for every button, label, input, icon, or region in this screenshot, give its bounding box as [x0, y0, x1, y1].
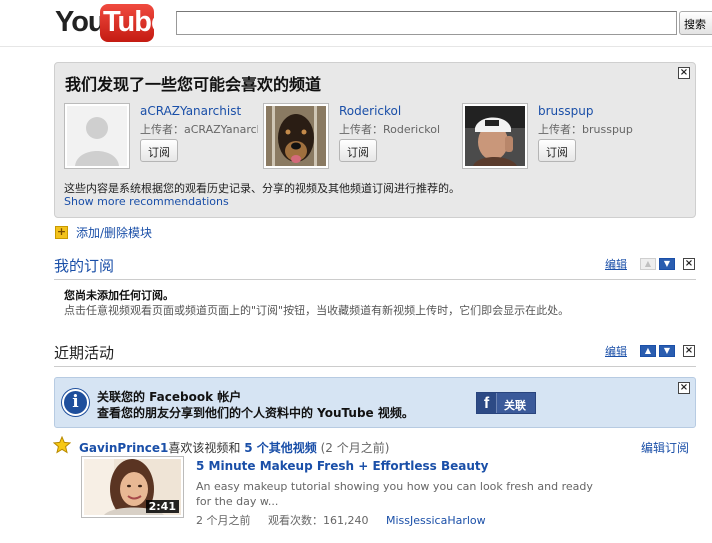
facebook-connect-label: 关联	[504, 399, 526, 412]
channel-uploader: 上传者：brusspup	[538, 123, 633, 136]
channel-uploader: 上传者：aCRAZYanarchist	[140, 123, 258, 136]
activity-user-link[interactable]: GavinPrince1	[79, 441, 168, 455]
edit-subscription-link[interactable]: 编辑订阅	[641, 439, 689, 456]
logo-tube-badge: Tube	[100, 4, 167, 42]
activity-time: (2 个月之前)	[320, 441, 390, 455]
video-description: An easy makeup tutorial showing you how …	[196, 480, 593, 508]
recommendation-description: 这些内容是系统根据您的观看历史记录、分享的视频及其他频道订阅进行推荐的。	[64, 182, 460, 195]
default-avatar-icon	[67, 106, 127, 166]
activity-title: 近期活动	[54, 344, 115, 362]
video-duration: 2:41	[145, 500, 179, 513]
facebook-icon: f	[477, 393, 497, 413]
star-icon	[53, 436, 71, 454]
move-up-icon: ▲	[640, 258, 656, 270]
plus-icon[interactable]: +	[55, 226, 68, 239]
subscriptions-edit-link[interactable]: 编辑	[605, 256, 627, 272]
add-remove-module-link[interactable]: 添加/删除模块	[76, 224, 152, 241]
search-button[interactable]: 搜索	[679, 11, 712, 35]
activity-edit-link[interactable]: 编辑	[605, 343, 627, 359]
channel-thumbnail-acrazyanarchist[interactable]	[64, 103, 130, 169]
activity-item: GavinPrince1喜欢该视频和 5 个其他视频 (2 个月之前)	[79, 439, 389, 456]
activity-action-text: 喜欢该视频和	[168, 441, 241, 455]
youtube-logo[interactable]: You Tube	[55, 2, 167, 44]
facebook-panel-description: 查看您的朋友分享到他们的个人资料中的 YouTube 视频。	[97, 406, 414, 420]
video-title-link[interactable]: 5 Minute Makeup Fresh + Effortless Beaut…	[196, 459, 488, 473]
move-down-icon[interactable]: ▼	[659, 258, 675, 270]
subscribe-button[interactable]: 订阅	[538, 139, 576, 162]
video-thumbnail-image: 2:41	[84, 459, 181, 515]
activity-more-videos-link[interactable]: 5 个其他视频	[244, 441, 317, 455]
man-with-cap-image	[465, 106, 525, 166]
close-module-icon[interactable]: ×	[683, 258, 695, 270]
channel-name-link[interactable]: brusspup	[538, 104, 594, 118]
subscriptions-empty-title: 您尚未添加任何订阅。	[64, 289, 174, 302]
channel-uploader: 上传者：Roderickol	[339, 123, 441, 136]
video-views: 观看次数：161,240	[268, 514, 369, 527]
subscribe-button[interactable]: 订阅	[140, 139, 178, 162]
section-divider	[54, 366, 696, 367]
header-divider	[0, 46, 712, 47]
subscriptions-title[interactable]: 我的订阅	[54, 255, 114, 276]
search-input[interactable]	[176, 11, 677, 35]
channel-name-link[interactable]: aCRAZYanarchist	[140, 104, 241, 118]
close-recommendations-icon[interactable]: ×	[678, 67, 690, 79]
close-facebook-panel-icon[interactable]: ×	[678, 382, 690, 394]
video-author-link[interactable]: MissJessicaHarlow	[386, 514, 486, 527]
channel-thumbnail-roderickol[interactable]	[263, 103, 329, 169]
channel-thumbnail-brusspup[interactable]	[462, 103, 528, 169]
section-divider	[54, 279, 696, 280]
facebook-panel-heading: 关联您的 Facebook 帐户	[97, 390, 242, 404]
facebook-connect-button[interactable]: f 关联	[476, 392, 536, 414]
logo-tube-text: Tube	[103, 6, 167, 38]
show-more-recommendations-link[interactable]: Show more recommendations	[64, 195, 229, 208]
subscribe-button[interactable]: 订阅	[339, 139, 377, 162]
move-up-icon[interactable]: ▲	[640, 345, 656, 357]
dog-image	[266, 106, 326, 166]
move-down-icon[interactable]: ▼	[659, 345, 675, 357]
video-thumbnail[interactable]: 2:41	[81, 456, 184, 518]
subscriptions-empty-description: 点击任意视频观看页面或频道页面上的"订阅"按钮，当收藏频道有新视频上传时，它们即…	[64, 304, 570, 317]
info-icon: i	[62, 389, 89, 416]
recommendation-title: 我们发现了一些您可能会喜欢的频道	[65, 75, 322, 94]
video-meta: 2 个月之前 观看次数：161,240 MissJessicaHarlow	[196, 512, 486, 528]
video-age: 2 个月之前	[196, 514, 251, 527]
channel-name-link[interactable]: Roderickol	[339, 104, 401, 118]
logo-you-text: You	[55, 6, 106, 38]
close-module-icon[interactable]: ×	[683, 345, 695, 357]
